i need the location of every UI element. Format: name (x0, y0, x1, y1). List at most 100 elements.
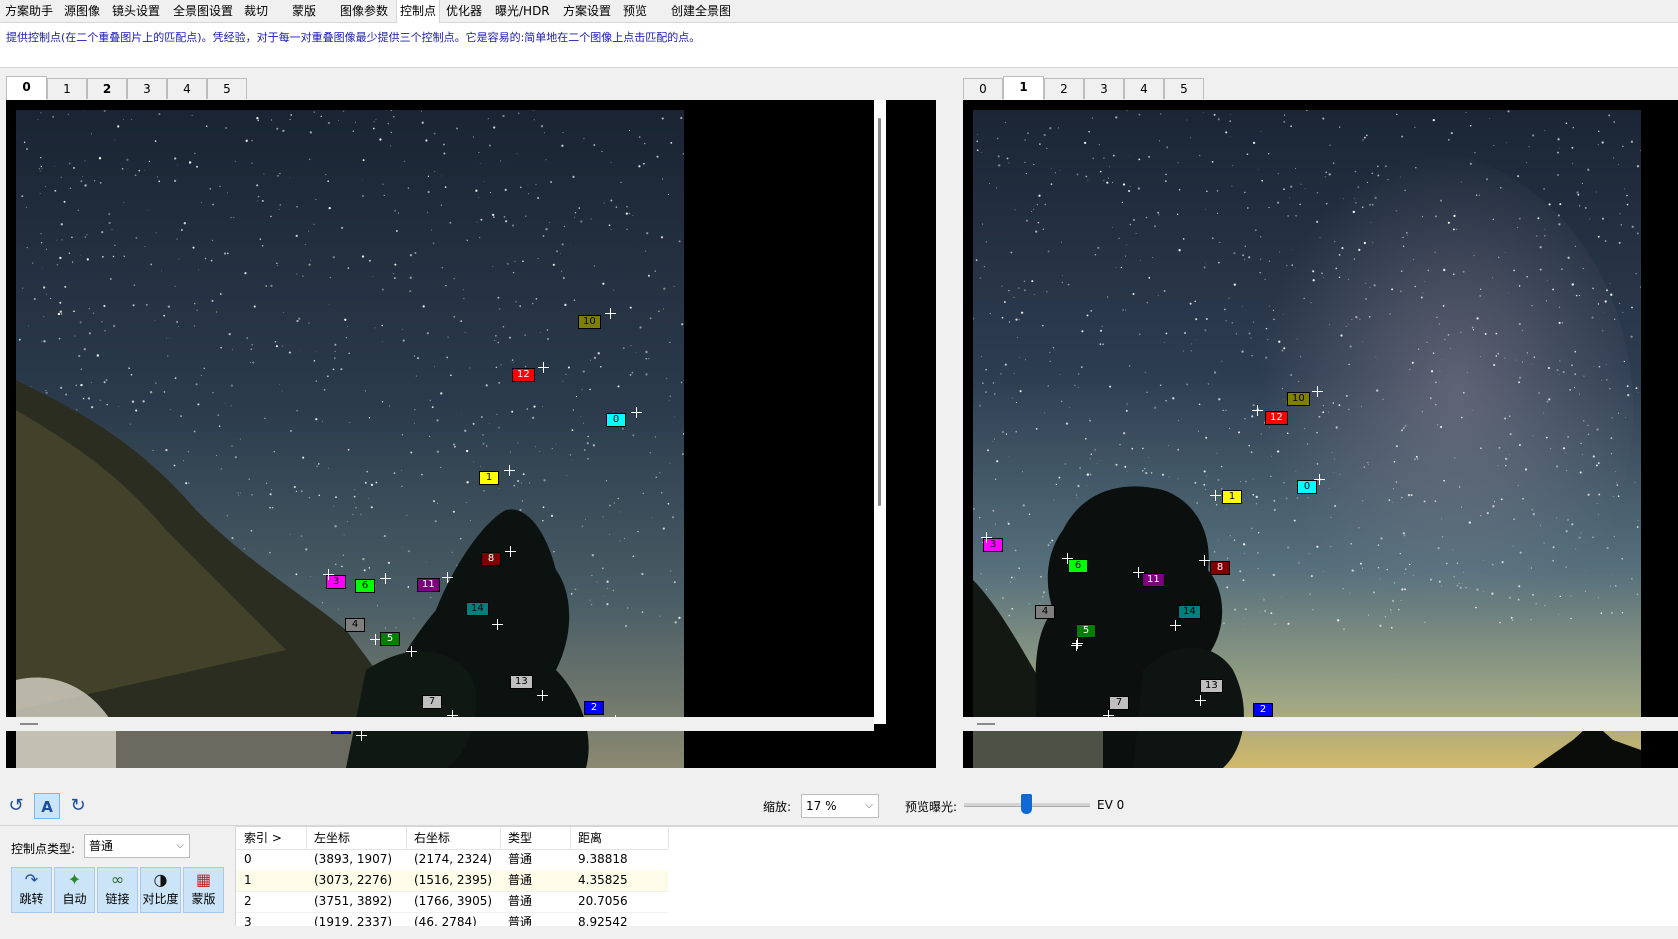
left-vertical-scroll-thumb[interactable] (878, 118, 881, 506)
link-button[interactable]: ∞ 链接 (97, 867, 138, 913)
tab-crop[interactable]: 裁切 (244, 0, 268, 22)
control-point-label[interactable]: 10 (1287, 392, 1310, 406)
tab-source-images[interactable]: 源图像 (64, 0, 100, 22)
control-point-label[interactable]: 14 (1178, 605, 1201, 619)
table-row[interactable]: 0 (3893, 1907) (2174, 2324) 普通 9.38818 (236, 849, 668, 871)
column-divider[interactable] (570, 827, 571, 849)
tab-exposure-hdr[interactable]: 曝光/HDR (495, 0, 550, 22)
tab-create-panorama[interactable]: 创建全景图 (671, 0, 731, 22)
control-point-label[interactable]: 4 (345, 618, 365, 632)
col-right-coord-header[interactable]: 右坐标 (414, 828, 450, 848)
control-point-crosshair-icon[interactable] (605, 308, 616, 319)
control-point-label[interactable]: 5 (1076, 624, 1096, 638)
control-point-crosshair-icon[interactable] (406, 646, 417, 657)
control-point-crosshair-icon[interactable] (356, 730, 367, 741)
control-point-label[interactable]: 8 (1210, 561, 1230, 575)
exposure-slider-thumb[interactable] (1021, 794, 1032, 814)
control-point-crosshair-icon[interactable] (631, 407, 642, 418)
tab-project-settings[interactable]: 方案设置 (563, 0, 611, 22)
right-image-viewport[interactable]: 10 12 0 1 3 6 8 11 14 4 5 13 7 2 (963, 100, 1678, 768)
right-horizontal-scrollbar[interactable] (963, 717, 1678, 731)
control-point-crosshair-icon[interactable] (504, 465, 515, 476)
tab-lens-settings[interactable]: 镜头设置 (112, 0, 160, 22)
left-horizontal-scrollbar[interactable] (6, 717, 874, 731)
control-point-crosshair-icon[interactable] (1199, 555, 1210, 566)
control-point-crosshair-icon[interactable] (1314, 474, 1325, 485)
control-point-label[interactable]: 13 (510, 675, 533, 689)
auto-select-toggle[interactable]: A (34, 793, 60, 819)
control-point-crosshair-icon[interactable] (981, 532, 992, 543)
table-row[interactable]: 3 (1919, 2337) (46, 2784) 普通 8.92542 (236, 912, 668, 926)
control-point-label[interactable]: 11 (1142, 573, 1165, 587)
control-point-label[interactable]: 7 (1109, 696, 1129, 710)
right-tab-0[interactable]: 0 (963, 78, 1003, 99)
control-point-label[interactable]: 11 (417, 578, 440, 592)
control-point-label[interactable]: 14 (466, 602, 489, 616)
control-point-label[interactable]: 2 (1253, 703, 1273, 717)
auto-button[interactable]: ✦ 自动 (54, 867, 95, 913)
control-point-label[interactable]: 0 (606, 413, 626, 427)
control-point-crosshair-icon[interactable] (1210, 490, 1221, 501)
control-point-crosshair-icon[interactable] (538, 362, 549, 373)
control-point-crosshair-icon[interactable] (537, 690, 548, 701)
tab-image-parameters[interactable]: 图像参数 (340, 0, 388, 22)
control-point-label[interactable]: 8 (481, 552, 501, 566)
control-point-label[interactable]: 5 (380, 632, 400, 646)
table-row[interactable]: 2 (3751, 3892) (1766, 3905) 普通 20.7056 (236, 891, 668, 913)
mask-button[interactable]: ▦ 蒙版 (183, 867, 224, 913)
right-tab-3[interactable]: 3 (1084, 78, 1124, 99)
control-point-label[interactable]: 10 (578, 315, 601, 329)
column-divider[interactable] (306, 827, 307, 849)
left-tab-5[interactable]: 5 (207, 78, 247, 99)
col-index-header[interactable]: 索引 > (244, 828, 282, 848)
col-left-coord-header[interactable]: 左坐标 (314, 828, 350, 848)
col-type-header[interactable]: 类型 (508, 828, 532, 848)
left-tab-2[interactable]: 2 (87, 78, 127, 99)
control-point-label[interactable]: 12 (1265, 411, 1288, 425)
tab-control-points[interactable]: 控制点 (396, 0, 441, 24)
control-point-label[interactable]: 1 (1222, 490, 1242, 504)
right-tab-2[interactable]: 2 (1044, 78, 1084, 99)
control-point-crosshair-icon[interactable] (442, 572, 453, 583)
left-vertical-scrollbar[interactable] (874, 100, 886, 724)
left-horizontal-scroll-thumb[interactable] (20, 723, 38, 725)
tab-mask[interactable]: 蒙版 (292, 0, 316, 22)
column-divider[interactable] (668, 827, 669, 849)
control-point-label[interactable]: 6 (355, 579, 375, 593)
control-point-crosshair-icon[interactable] (492, 619, 503, 630)
control-point-label[interactable]: 7 (422, 695, 442, 709)
contrast-button[interactable]: ◑ 对比度 (140, 867, 181, 913)
table-row[interactable]: 1 (3073, 2276) (1516, 2395) 普通 4.35825 (236, 870, 668, 892)
control-point-crosshair-icon[interactable] (1252, 405, 1263, 416)
control-point-label[interactable]: 1 (479, 471, 499, 485)
control-point-label[interactable]: 2 (584, 701, 604, 715)
control-point-label[interactable]: 4 (1035, 605, 1055, 619)
control-point-table[interactable]: 索引 > 左坐标 右坐标 类型 距离 0 (3893, 1907) (2174,… (235, 826, 1678, 926)
left-tab-1[interactable]: 1 (47, 78, 87, 99)
rotate-cw-icon[interactable]: ↻ (65, 793, 91, 819)
column-divider[interactable] (406, 827, 407, 849)
right-tab-4[interactable]: 4 (1124, 78, 1164, 99)
jump-button[interactable]: ↷ 跳转 (11, 867, 52, 913)
tab-panorama-settings[interactable]: 全景图设置 (173, 0, 233, 22)
right-tab-1[interactable]: 1 (1003, 76, 1044, 101)
control-point-label[interactable]: 13 (1200, 679, 1223, 693)
control-point-crosshair-icon[interactable] (1062, 553, 1073, 564)
control-point-crosshair-icon[interactable] (1071, 640, 1082, 651)
control-point-crosshair-icon[interactable] (1312, 386, 1323, 397)
control-point-crosshair-icon[interactable] (1133, 567, 1144, 578)
control-point-crosshair-icon[interactable] (505, 546, 516, 557)
tab-optimizer[interactable]: 优化器 (446, 0, 482, 22)
right-tab-5[interactable]: 5 (1164, 78, 1204, 99)
left-tab-4[interactable]: 4 (167, 78, 207, 99)
left-tab-0[interactable]: 0 (6, 76, 47, 101)
right-horizontal-scroll-thumb[interactable] (977, 723, 995, 725)
column-divider[interactable] (500, 827, 501, 849)
cp-type-select[interactable]: 普通 ⌵ (84, 834, 190, 858)
tab-project-assistant[interactable]: 方案助手 (5, 0, 53, 22)
tab-preview[interactable]: 预览 (623, 0, 647, 22)
control-point-crosshair-icon[interactable] (1170, 620, 1181, 631)
zoom-select[interactable]: 17 % ⌵ (801, 794, 879, 818)
col-distance-header[interactable]: 距离 (578, 828, 602, 848)
control-point-crosshair-icon[interactable] (323, 569, 334, 580)
